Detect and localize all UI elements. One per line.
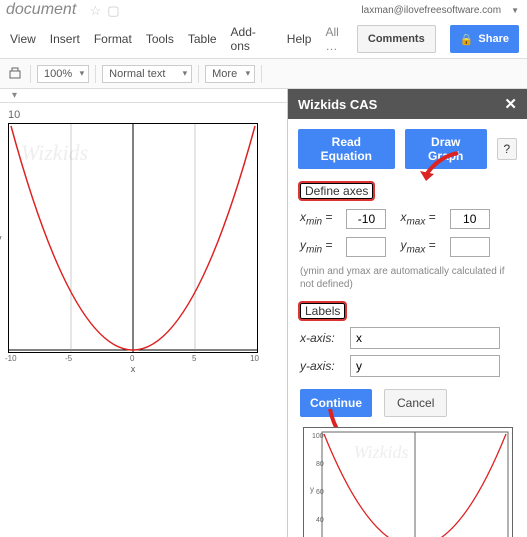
xmax-input[interactable] <box>450 209 490 229</box>
menu-all[interactable]: All … <box>325 25 342 53</box>
ymin-sub: min <box>306 245 322 256</box>
folder-icon[interactable]: ▢ <box>107 3 119 19</box>
menu-help[interactable]: Help <box>287 32 312 46</box>
labels-section-label: Labels <box>298 301 347 321</box>
share-label: Share <box>478 33 509 45</box>
menu-table[interactable]: Table <box>188 32 217 46</box>
account-email[interactable]: laxman@ilovefreesoftware.com <box>361 5 501 16</box>
axis-tick-top: 10 <box>8 109 279 121</box>
star-icon[interactable]: ☆ <box>90 3 102 19</box>
doc-title[interactable]: document <box>6 1 76 18</box>
read-equation-button[interactable]: Read Equation <box>298 129 395 169</box>
more-select[interactable]: More <box>205 65 255 83</box>
ymin-input[interactable] <box>346 237 386 257</box>
zoom-select[interactable]: 100% <box>37 65 89 83</box>
menu-view[interactable]: View <box>10 32 36 46</box>
yaxis-field-label: y-axis: <box>300 359 342 373</box>
watermark: Wizkids <box>354 442 409 463</box>
xmax-sub: max <box>406 217 425 228</box>
yaxis-input[interactable] <box>350 355 500 377</box>
xaxis-input[interactable] <box>350 327 500 349</box>
preview-chart: Wizkids 100 80 60 40 y <box>303 427 513 537</box>
draw-graph-button[interactable]: Draw Graph <box>405 129 487 169</box>
menu-tools[interactable]: Tools <box>146 32 174 46</box>
cancel-button[interactable]: Cancel <box>384 389 447 417</box>
continue-button[interactable]: Continue <box>300 389 372 417</box>
svg-text:y: y <box>310 485 314 494</box>
close-icon[interactable]: ✕ <box>504 95 517 113</box>
document-area[interactable]: ▾ 10 Wizkids -10 -5 0 5 10 x <box>0 89 287 537</box>
ymax-input[interactable] <box>450 237 490 257</box>
xmin-input[interactable] <box>346 209 386 229</box>
svg-text:60: 60 <box>316 489 324 496</box>
svg-text:40: 40 <box>316 517 324 524</box>
svg-text:80: 80 <box>316 461 324 468</box>
menu-format[interactable]: Format <box>94 32 132 46</box>
xmin-sub: min <box>306 217 322 228</box>
tabstop-icon: ▾ <box>12 90 17 101</box>
print-icon[interactable] <box>6 64 24 84</box>
help-button[interactable]: ? <box>497 138 517 160</box>
style-select[interactable]: Normal text <box>102 65 192 83</box>
axes-note: (ymin and ymax are automatically calcula… <box>300 265 515 291</box>
lock-icon: 🔒 <box>460 33 474 46</box>
xaxis-field-label: x-axis: <box>300 331 342 345</box>
ruler: ▾ <box>0 89 287 103</box>
share-button[interactable]: 🔒 Share <box>450 25 519 53</box>
x-axis-label: x <box>131 364 136 374</box>
menu-addons[interactable]: Add-ons <box>231 25 273 53</box>
comments-button[interactable]: Comments <box>357 25 436 53</box>
svg-text:100: 100 <box>312 433 324 440</box>
define-axes-label: Define axes <box>298 181 375 201</box>
main-chart[interactable]: Wizkids -10 -5 0 5 10 x y <box>8 123 258 353</box>
ymax-sub: max <box>406 245 425 256</box>
y-axis-label: y <box>0 233 2 243</box>
dropdown-icon[interactable]: ▼ <box>511 6 519 15</box>
menu-insert[interactable]: Insert <box>50 32 80 46</box>
panel-title: Wizkids CAS <box>298 97 377 112</box>
